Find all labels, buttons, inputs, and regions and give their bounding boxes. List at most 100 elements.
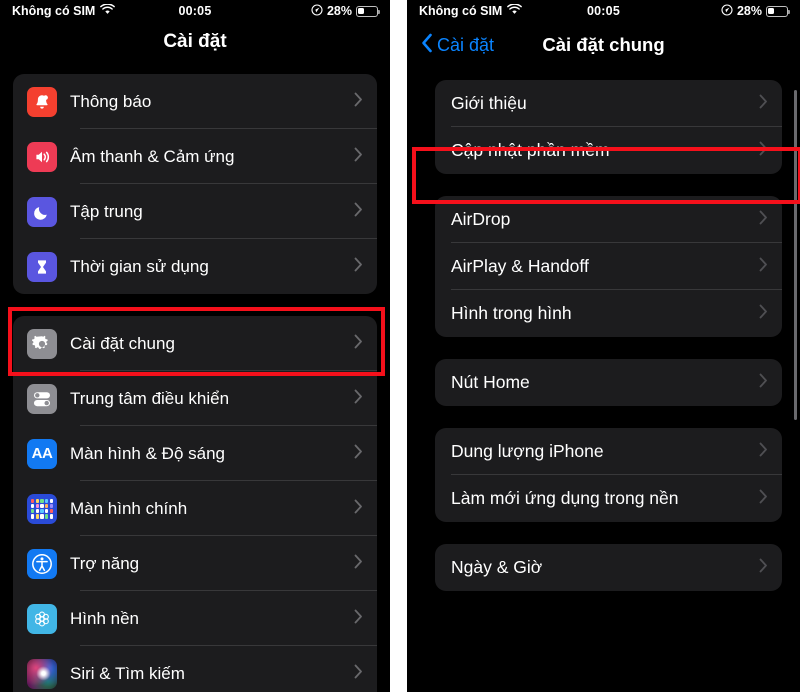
back-button-label: Cài đặt xyxy=(437,34,495,55)
sidebar-item-control-center[interactable]: Trung tâm điều khiển xyxy=(13,371,377,426)
chevron-right-icon xyxy=(759,558,768,578)
sidebar-item-home-screen[interactable]: Màn hình chính xyxy=(13,481,377,536)
status-bar-left: Không có SIM 00:05 28% xyxy=(0,0,390,22)
vertical-scrollbar[interactable] xyxy=(794,90,797,420)
chevron-right-icon xyxy=(354,147,363,167)
location-arrow-icon xyxy=(311,3,323,19)
right-group-spacer-3 xyxy=(407,406,800,428)
chevron-right-icon xyxy=(354,664,363,684)
page-title: Cài đặt xyxy=(163,31,227,52)
battery-fill xyxy=(768,7,774,15)
back-button[interactable]: Cài đặt xyxy=(421,33,494,58)
general-group-about: Giới thiệu Cập nhật phần mềm xyxy=(435,80,782,174)
list-item-airdrop[interactable]: AirDrop xyxy=(435,196,782,243)
sidebar-item-siri-search[interactable]: Siri & Tìm kiếm xyxy=(13,646,377,692)
location-arrow-icon xyxy=(721,3,733,19)
chevron-right-icon xyxy=(759,489,768,509)
status-bar-right: Không có SIM 00:05 28% xyxy=(407,0,800,22)
chevron-right-icon xyxy=(354,609,363,629)
hourglass-icon xyxy=(27,251,57,282)
right-nav-bar: Cài đặt Cài đặt chung xyxy=(407,22,800,68)
sidebar-item-focus[interactable]: Tập trung xyxy=(13,184,377,239)
chevron-right-icon xyxy=(759,304,768,324)
sidebar-item-label: Cài đặt chung xyxy=(70,333,175,353)
sidebar-item-label: Thời gian sử dụng xyxy=(70,256,209,276)
battery-fill xyxy=(358,7,364,15)
toggles-icon xyxy=(27,383,57,414)
screenshot-divider xyxy=(390,0,407,692)
bell-icon xyxy=(27,86,57,117)
home-screen-grid-icon xyxy=(27,493,57,524)
left-nav-bar: Cài đặt xyxy=(0,22,390,62)
chevron-right-icon xyxy=(759,257,768,277)
chevron-right-icon xyxy=(759,94,768,114)
general-group-storage: Dung lượng iPhone Làm mới ứng dụng trong… xyxy=(435,428,782,522)
sidebar-item-label: Thông báo xyxy=(70,91,152,111)
sidebar-item-label: Hình nền xyxy=(70,608,139,628)
list-item-label: AirPlay & Handoff xyxy=(451,256,589,276)
general-group-home-button: Nút Home xyxy=(435,359,782,406)
right-group-spacer-1 xyxy=(407,174,800,196)
sidebar-item-notifications[interactable]: Thông báo xyxy=(13,74,377,129)
chevron-right-icon xyxy=(354,389,363,409)
sidebar-item-sounds-haptics[interactable]: Âm thanh & Cảm ứng xyxy=(13,129,377,184)
speaker-waves-icon xyxy=(27,141,57,172)
right-phone-screen: Không có SIM 00:05 28% Cài đặt Cài đặt c… xyxy=(407,0,800,692)
chevron-right-icon xyxy=(759,210,768,230)
sidebar-item-label: Màn hình & Độ sáng xyxy=(70,443,225,463)
list-item-label: Dung lượng iPhone xyxy=(451,441,604,461)
general-group-date-time: Ngày & Giờ xyxy=(435,544,782,591)
chevron-right-icon xyxy=(354,554,363,574)
list-item-label: Nút Home xyxy=(451,372,530,392)
moon-icon xyxy=(27,196,57,227)
right-group-spacer-4 xyxy=(407,522,800,544)
text-size-icon: AA xyxy=(27,438,57,469)
list-item-label: AirDrop xyxy=(451,209,511,229)
chevron-right-icon xyxy=(759,442,768,462)
chevron-right-icon xyxy=(759,373,768,393)
sidebar-item-accessibility[interactable]: Trợ năng xyxy=(13,536,377,591)
sidebar-item-general[interactable]: Cài đặt chung xyxy=(13,316,377,371)
list-item-label: Làm mới ứng dụng trong nền xyxy=(451,488,679,508)
sidebar-item-display-brightness[interactable]: AA Màn hình & Độ sáng xyxy=(13,426,377,481)
sidebar-item-label: Âm thanh & Cảm ứng xyxy=(70,146,235,166)
right-group-spacer-2 xyxy=(407,337,800,359)
list-item-software-update[interactable]: Cập nhật phần mềm xyxy=(435,127,782,174)
battery-icon xyxy=(766,5,791,17)
list-item-iphone-storage[interactable]: Dung lượng iPhone xyxy=(435,428,782,475)
list-item-label: Cập nhật phần mềm xyxy=(451,140,610,160)
chevron-right-icon xyxy=(354,444,363,464)
sidebar-item-label: Màn hình chính xyxy=(70,498,188,518)
sidebar-item-screen-time[interactable]: Thời gian sử dụng xyxy=(13,239,377,294)
list-item-home-button[interactable]: Nút Home xyxy=(435,359,782,406)
list-item-airplay-handoff[interactable]: AirPlay & Handoff xyxy=(435,243,782,290)
list-item-label: Giới thiệu xyxy=(451,93,527,113)
general-group-connectivity: AirDrop AirPlay & Handoff Hình trong hìn… xyxy=(435,196,782,337)
battery-icon xyxy=(356,5,381,17)
list-item-background-app-refresh[interactable]: Làm mới ứng dụng trong nền xyxy=(435,475,782,522)
chevron-right-icon xyxy=(354,202,363,222)
left-phone-screen: Không có SIM 00:05 28% Cài đặt Thông báo… xyxy=(0,0,390,692)
grid-dots xyxy=(31,498,53,519)
left-top-spacer xyxy=(0,62,390,74)
list-item-picture-in-picture[interactable]: Hình trong hình xyxy=(435,290,782,337)
list-item-label: Hình trong hình xyxy=(451,303,572,323)
battery-percent-label: 28% xyxy=(736,4,762,18)
sidebar-item-wallpaper[interactable]: Hình nền xyxy=(13,591,377,646)
sidebar-item-label: Siri & Tìm kiếm xyxy=(70,663,185,683)
list-item-label: Ngày & Giờ xyxy=(451,557,543,577)
sidebar-item-label: Trợ năng xyxy=(70,553,140,573)
sidebar-item-label: Tập trung xyxy=(70,201,143,221)
list-item-about[interactable]: Giới thiệu xyxy=(435,80,782,127)
dual-screenshot-container: Không có SIM 00:05 28% Cài đặt Thông báo… xyxy=(0,0,800,692)
left-group-spacer xyxy=(0,294,390,316)
list-item-date-time[interactable]: Ngày & Giờ xyxy=(435,544,782,591)
right-top-spacer xyxy=(407,68,800,80)
sidebar-item-label: Trung tâm điều khiển xyxy=(70,388,230,408)
siri-gradient xyxy=(27,658,57,689)
chevron-right-icon xyxy=(759,141,768,161)
chevron-right-icon xyxy=(354,257,363,277)
aa-glyph: AA xyxy=(31,445,53,462)
chevron-right-icon xyxy=(354,499,363,519)
battery-percent-label: 28% xyxy=(326,4,352,18)
